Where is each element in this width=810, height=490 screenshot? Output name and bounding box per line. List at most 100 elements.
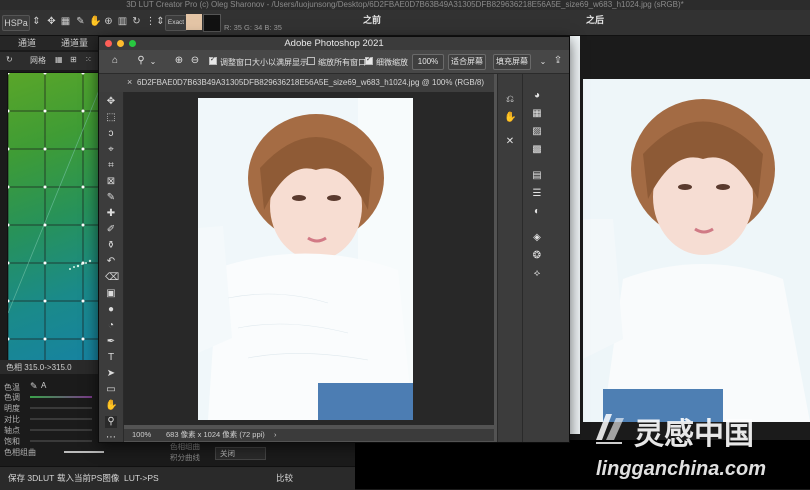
grid-icon[interactable]: ▦ [60,15,71,28]
swatches-panel-icon[interactable]: ▦ [531,108,543,120]
tab-channel[interactable]: 通道 [18,37,36,49]
fit-screen-button[interactable]: 适合屏幕 [448,54,486,70]
color-grid-canvas[interactable] [7,72,103,366]
slider-hue-curve[interactable]: 色相组曲 [4,447,104,457]
stepper-icon[interactable]: ⇕ [31,15,42,28]
slider-track[interactable] [30,440,92,442]
channels-panel-icon[interactable]: ❂ [531,250,543,262]
gradient-tool-icon[interactable]: ▣ [105,288,117,300]
eyedropper-icon[interactable]: ✎ [75,15,86,28]
history-brush-icon[interactable]: ↶ [105,256,117,268]
ps-canvas[interactable] [124,92,494,425]
slider-track[interactable] [64,451,104,453]
mode-select[interactable]: HSPa [2,15,30,31]
watermark-cn-text: 灵感中国 [634,417,754,452]
lut-to-ps-button[interactable]: LUT->PS [124,472,159,485]
lasso-tool-icon[interactable]: ↄ [105,128,117,140]
pen-tool-icon[interactable]: ✒ [105,336,117,348]
patterns-panel-icon[interactable]: ▩ [531,144,543,156]
paths-panel-icon[interactable]: ⟡ [531,268,543,280]
color-panel-icon[interactable]: ◕ [531,90,543,102]
type-tool-icon[interactable]: T [105,352,117,364]
color-swatch-light[interactable] [186,14,202,30]
slider-track[interactable] [30,407,92,409]
more-tools-icon[interactable]: ⋯ [105,432,117,442]
status-arrow-icon[interactable]: › [274,429,277,441]
eraser-tool-icon[interactable]: ⌫ [105,272,119,284]
watermark-logo: 灵感中国 lingganchina.com [590,410,805,489]
load-ps-image-button[interactable]: 载入当前PS图像 [57,472,119,485]
grid-dots-icon[interactable]: ⁙ [85,55,92,64]
zoom-in-icon[interactable]: ⊕ [103,15,114,28]
grid-coarse-icon[interactable]: ⊞ [70,55,77,64]
status-zoom[interactable]: 100% [132,429,151,441]
marquee-tool-icon[interactable]: ⬚ [105,112,117,124]
slider-pivot[interactable]: 轴点 [4,425,98,435]
rectangle-tool-icon[interactable]: ▭ [105,384,117,396]
fill-screen-button[interactable]: 填充屏幕 [493,54,531,70]
close-tab-icon[interactable]: × [127,77,132,87]
eyedropper-tool-icon[interactable]: ✎ [105,192,117,204]
chevron-down-icon[interactable]: ⌄ [147,56,159,68]
zoom-in-icon[interactable]: ⊕ [173,55,185,67]
grid-label[interactable]: 网格 [30,55,46,66]
move-tool-icon[interactable]: ✥ [105,96,117,108]
compare-button[interactable]: 比较 [276,472,293,484]
slider-tint[interactable]: 色调 [4,392,98,402]
blur-tool-icon[interactable]: ● [105,304,117,316]
scrubby-zoom-checkbox[interactable] [365,55,373,65]
slider-brightness[interactable]: 明度 [4,403,98,413]
stamp-tool-icon[interactable]: ⚱ [105,240,117,252]
zoom-out-icon[interactable]: ⊖ [189,55,201,67]
zoom-value-field[interactable]: 100% [412,54,444,70]
refresh-icon[interactable]: ↻ [131,15,142,28]
bars-icon[interactable]: ▥ [117,15,128,28]
dodge-tool-icon[interactable]: ◔ [105,320,117,332]
home-icon[interactable]: ⌂ [109,55,121,67]
color-swatch-dark[interactable] [203,14,221,32]
slider-label: 色温 [4,383,20,392]
grid-fine-icon[interactable]: ▦ [55,55,63,64]
brush-tool-icon[interactable]: ✐ [105,224,117,236]
close-window-button[interactable] [105,40,112,47]
chevron-down-icon[interactable]: ⌄ [537,56,549,68]
properties-panel-icon[interactable]: ▤ [531,170,543,182]
slider-track[interactable] [30,418,92,420]
gradients-panel-icon[interactable]: ▨ [531,126,543,138]
path-select-icon[interactable]: ➤ [105,368,117,380]
lower-select[interactable]: 关闭 [215,447,266,460]
save-3dlut-button[interactable]: 保存 3DLUT [8,472,54,485]
history-panel-icon[interactable]: ⎌ [504,94,516,106]
slider-track[interactable] [30,429,92,431]
slider-saturation[interactable]: 饱和 [4,436,98,446]
grid-toolbar: ↻ 网格 ▦ ⊞ ⁙ [0,52,98,71]
adjustments-sliders-icon[interactable]: ☰ [531,188,543,200]
move-icon[interactable]: ✥ [46,15,57,28]
crop-tool-icon[interactable]: ⌗ [105,160,117,172]
tools-crossed-icon[interactable]: ✕ [504,136,516,148]
resize-windows-checkbox[interactable] [209,55,217,65]
hand-icon[interactable]: ✋ [89,15,101,28]
zoom-all-checkbox[interactable] [307,57,315,65]
refresh-icon[interactable]: ↻ [6,55,13,64]
brush-settings-icon[interactable]: ✋ [504,112,516,124]
hand-tool-icon[interactable]: ✋ [105,400,117,412]
ps-panel-dock-right: ◕ ▦ ▨ ▩ ▤ ☰ ◐ ◈ ❂ ⟡ [522,74,569,442]
share-icon[interactable]: ⇪ [552,55,564,67]
healing-brush-icon[interactable]: ✚ [105,208,117,220]
zoom-tool-icon[interactable]: ⚲ [105,416,117,428]
zoom-tool-icon[interactable]: ⚲ [135,55,147,67]
exact-button[interactable]: Exact [165,15,187,31]
document-tab[interactable]: × 6D2FBAE0D7B63B49A31305DFB829636218E56A… [99,74,494,93]
quick-select-tool-icon[interactable]: ⌖ [105,144,117,156]
maximize-window-button[interactable] [129,40,136,47]
frame-tool-icon[interactable]: ⊠ [105,176,117,188]
status-doc-info: 683 像素 x 1024 像素 (72 ppi) [166,430,265,439]
slider-contrast[interactable]: 对比 [4,414,98,424]
slider-color-temp[interactable]: 色温 [4,382,98,392]
slider-track[interactable] [30,396,92,398]
adjustments-panel-icon[interactable]: ◐ [531,206,543,218]
layers-panel-icon[interactable]: ◈ [531,232,543,244]
minimize-window-button[interactable] [117,40,124,47]
tab-channel-amount[interactable]: 通道量 [61,37,88,49]
